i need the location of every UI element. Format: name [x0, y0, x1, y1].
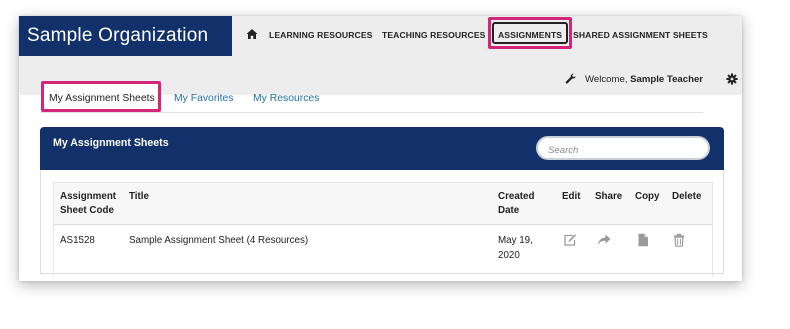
row-code: AS1528	[60, 235, 95, 246]
nav-shared-assignment-sheets[interactable]: SHARED ASSIGNMENT SHEETS	[573, 30, 708, 40]
panel-title: My Assignment Sheets	[53, 137, 169, 149]
col-header-created[interactable]: Created Date	[498, 190, 534, 218]
gear-icon[interactable]	[726, 73, 738, 85]
tab-my-favorites[interactable]: My Favorites	[174, 93, 233, 104]
edit-icon[interactable]	[563, 233, 577, 247]
row-created-date: May 19, 2020	[498, 235, 533, 261]
col-header-delete: Delete	[672, 191, 702, 202]
panel-body: Assignment Sheet Code Title Created Date…	[40, 170, 724, 277]
nav-teaching-resources[interactable]: TEACHING RESOURCES	[382, 30, 486, 40]
search-input[interactable]	[536, 136, 710, 160]
nav-learning-resources[interactable]: LEARNING RESOURCES	[269, 30, 373, 40]
app-window: Sample Organization LEARNING RESOURCES T…	[19, 16, 742, 281]
col-header-edit: Edit	[562, 191, 581, 202]
row-title[interactable]: Sample Assignment Sheet (4 Resources)	[129, 233, 308, 248]
col-header-copy: Copy	[635, 191, 660, 202]
org-logo[interactable]: Sample Organization	[19, 16, 232, 56]
col-header-share: Share	[595, 191, 623, 202]
tab-my-resources[interactable]: My Resources	[253, 93, 319, 104]
tab-divider	[41, 112, 703, 113]
welcome-prefix: Welcome,	[585, 74, 631, 85]
share-icon[interactable]	[597, 233, 611, 247]
col-header-code[interactable]: Assignment Sheet Code	[60, 190, 116, 218]
tab-my-assignment-sheets[interactable]: My Assignment Sheets	[49, 93, 155, 104]
user-name[interactable]: Sample Teacher	[630, 74, 703, 85]
wrench-icon[interactable]	[565, 73, 577, 85]
copy-icon[interactable]	[636, 233, 650, 247]
welcome-message: Welcome, Sample Teacher	[585, 74, 703, 85]
delete-icon[interactable]	[672, 233, 686, 247]
home-icon[interactable]	[246, 28, 258, 40]
panel-header: My Assignment Sheets	[40, 127, 724, 170]
assignment-sheets-table: Assignment Sheet Code Title Created Date…	[53, 182, 713, 277]
table-header: Assignment Sheet Code Title Created Date…	[54, 183, 712, 225]
col-header-title[interactable]: Title	[129, 190, 149, 204]
nav-assignments[interactable]: ASSIGNMENTS	[498, 30, 562, 40]
